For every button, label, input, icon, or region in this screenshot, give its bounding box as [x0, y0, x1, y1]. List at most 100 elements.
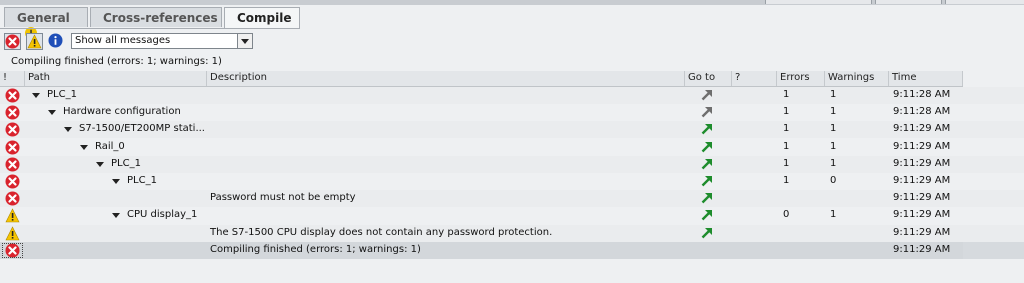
col-header-severity[interactable]: ! [0, 71, 24, 86]
path-cell: CPU display_1 [127, 209, 198, 221]
time-cell: 9:11:29 AM [893, 243, 951, 255]
chevron-down-icon[interactable] [237, 34, 252, 48]
expand-collapse-toggle[interactable] [32, 93, 40, 98]
go-to-arrow-icon[interactable] [701, 158, 713, 170]
focus-outline [2, 242, 23, 258]
tab-divider [0, 28, 300, 29]
expand-collapse-toggle[interactable] [96, 161, 104, 167]
col-header-description[interactable]: Description [206, 71, 684, 86]
top-panel-strip [0, 0, 1024, 5]
warning-icon [5, 225, 20, 240]
errors-cell: 1 [783, 89, 790, 100]
table-row[interactable]: Password must not be empty 9:11:29 AM [0, 190, 1024, 208]
expand-collapse-toggle[interactable] [112, 213, 120, 219]
table-row[interactable]: Hardware configuration 1 1 9:11:28 AM [0, 104, 1024, 121]
errors-cell: 1 [783, 140, 790, 152]
error-icon [5, 140, 20, 155]
go-to-arrow-icon[interactable] [701, 106, 713, 118]
warnings-cell: 1 [830, 209, 837, 221]
show-errors-button[interactable] [4, 33, 21, 50]
error-icon [5, 157, 20, 172]
go-to-arrow-icon[interactable] [701, 141, 713, 153]
warning-icon [27, 34, 42, 49]
time-cell: 9:11:29 AM [893, 226, 951, 238]
go-to-arrow-icon[interactable] [701, 123, 713, 135]
go-to-arrow-icon[interactable] [701, 192, 713, 204]
info-icon [48, 33, 63, 48]
time-cell: 9:11:28 AM [893, 106, 951, 118]
warnings-cell: 1 [830, 89, 837, 100]
table-row[interactable]: PLC_1 1 1 9:11:29 AM [0, 155, 1024, 173]
time-cell: 9:11:29 AM [893, 140, 951, 152]
go-to-arrow-icon[interactable] [701, 89, 713, 101]
path-cell: PLC_1 [127, 175, 157, 186]
time-cell: 9:11:28 AM [893, 89, 951, 100]
path-cell: PLC_1 [111, 157, 141, 169]
tab-cross-references-label: Cross-references [103, 11, 218, 25]
warnings-cell: 0 [830, 175, 837, 186]
errors-cell: 0 [783, 209, 790, 221]
path-cell: PLC_1 [47, 89, 77, 100]
error-icon [5, 88, 20, 103]
top-strip-tab-3[interactable] [945, 0, 1024, 4]
tab-cross-references[interactable]: Cross-references [90, 7, 222, 27]
tab-compile-label: Compile [237, 11, 292, 25]
error-icon [5, 191, 20, 206]
time-cell: 9:11:29 AM [893, 157, 951, 169]
path-cell: S7-1500/ET200MP stati... [79, 123, 205, 135]
top-strip-tab-2[interactable] [875, 0, 942, 4]
col-header-goto[interactable]: Go to [684, 71, 731, 86]
go-to-arrow-icon[interactable] [701, 209, 713, 221]
col-header-path[interactable]: Path [24, 71, 206, 86]
col-header-question[interactable]: ? [731, 71, 776, 86]
error-icon [5, 174, 20, 189]
path-cell: Rail_0 [95, 140, 125, 152]
errors-cell: 1 [783, 106, 790, 118]
error-icon [5, 122, 20, 137]
warnings-cell: 1 [830, 140, 837, 152]
table-row[interactable]: The S7-1500 CPU display does not contain… [0, 224, 1024, 242]
go-to-arrow-icon[interactable] [701, 175, 713, 187]
col-header-warnings[interactable]: Warnings [824, 71, 888, 86]
errors-cell: 1 [783, 157, 790, 169]
table-row[interactable]: Rail_0 1 1 9:11:29 AM [0, 139, 1024, 156]
errors-cell: 1 [783, 175, 790, 186]
show-warnings-button[interactable] [26, 33, 43, 50]
go-to-arrow-icon[interactable] [701, 227, 713, 239]
table-row[interactable]: CPU display_1 0 1 9:11:29 AM [0, 207, 1024, 224]
message-filter-select[interactable]: Show all messages [71, 33, 253, 49]
warnings-cell: 1 [830, 157, 837, 169]
top-strip-tab-1[interactable] [765, 0, 872, 4]
expand-collapse-toggle[interactable] [80, 144, 88, 150]
error-icon [5, 105, 20, 120]
tab-general-label: General [17, 11, 70, 25]
expand-collapse-toggle[interactable] [112, 179, 120, 184]
col-header-errors[interactable]: Errors [776, 71, 824, 86]
time-cell: 9:11:29 AM [893, 123, 951, 135]
expand-collapse-toggle[interactable] [64, 127, 72, 133]
warnings-cell: 1 [830, 106, 837, 118]
message-filter-value: Show all messages [75, 35, 171, 46]
errors-cell: 1 [783, 123, 790, 135]
expand-collapse-toggle[interactable] [48, 110, 56, 116]
table-row[interactable]: PLC_1 1 1 9:11:28 AM [0, 87, 1024, 104]
description-cell: Compiling finished (errors: 1; warnings:… [210, 243, 421, 255]
row-selection-band [0, 241, 963, 259]
warnings-cell: 1 [830, 123, 837, 135]
show-info-button[interactable] [48, 33, 65, 50]
path-cell: Hardware configuration [63, 106, 181, 118]
time-cell: 9:11:29 AM [893, 192, 951, 204]
table-row[interactable]: PLC_1 1 0 9:11:29 AM [0, 173, 1024, 190]
table-header: ! Path Description Go to ? Errors Warnin… [0, 71, 963, 87]
tab-bar: Generali Cross-references Compile [0, 7, 1024, 39]
col-header-time[interactable]: Time [888, 71, 963, 86]
tab-compile[interactable]: Compile [224, 7, 300, 29]
tab-general[interactable]: Generali [4, 7, 88, 39]
time-cell: 9:11:29 AM [893, 175, 951, 186]
compile-status-text: Compiling finished (errors: 1; warnings:… [11, 56, 222, 67]
description-cell: Password must not be empty [210, 192, 356, 204]
table-row[interactable]: S7-1500/ET200MP stati... 1 1 9:11:29 AM [0, 121, 1024, 139]
table-row[interactable]: Compiling finished (errors: 1; warnings:… [0, 241, 1024, 259]
error-icon [5, 34, 20, 49]
warning-icon [5, 208, 20, 223]
